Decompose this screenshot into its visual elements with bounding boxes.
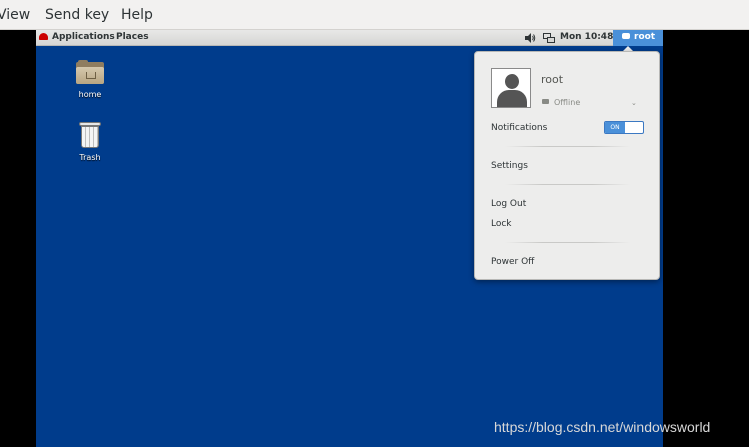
toggle-on-label: ON [605,122,625,133]
divider [505,184,630,185]
notifications-toggle[interactable]: ON [604,121,644,134]
trash-icon [78,121,102,149]
power-off-menu-item[interactable]: Power Off [491,256,534,268]
lock-menu-item[interactable]: Lock [491,218,512,230]
desktop-icon-label: Trash [79,153,101,162]
network-icon[interactable] [543,30,555,49]
settings-menu-item[interactable]: Settings [491,160,528,172]
top-bar: Applications Places Mon 10:48 root [36,30,663,46]
folder-home-icon [76,60,104,84]
volume-icon[interactable] [525,30,536,49]
avatar[interactable] [491,68,531,108]
chat-status-icon [622,33,630,39]
user-menu-button[interactable]: root [613,30,663,46]
clock[interactable]: Mon 10:48 [560,30,613,45]
log-out-menu-item[interactable]: Log Out [491,198,526,210]
desktop-icon-label: home [78,90,102,99]
divider [505,146,630,147]
redhat-logo-icon [39,33,48,40]
watermark: https://blog.csdn.net/windowsworld [494,419,711,435]
divider [505,242,630,243]
chat-status-icon [542,99,549,104]
guest-desktop: Applications Places Mon 10:48 root home [36,30,663,447]
notifications-label: Notifications [491,123,548,133]
availability-status[interactable]: Offline [554,97,580,109]
places-menu[interactable]: Places [116,30,149,45]
chevron-down-icon[interactable]: ⌄ [631,97,637,109]
desktop-icon-trash[interactable]: Trash [60,121,120,163]
desktop-icon-home[interactable]: home [60,60,120,100]
menu-help[interactable]: Help [121,6,153,24]
menu-view[interactable]: View [0,6,30,24]
user-menu-button-label: root [634,32,656,42]
popover-username: root [541,73,564,86]
menu-send-key[interactable]: Send key [45,6,109,24]
applications-menu[interactable]: Applications [52,30,115,45]
user-menu-popover: root Offline ⌄ Notifications ON Settings… [474,51,660,280]
viewer-menubar: View Send key Help [0,0,749,30]
